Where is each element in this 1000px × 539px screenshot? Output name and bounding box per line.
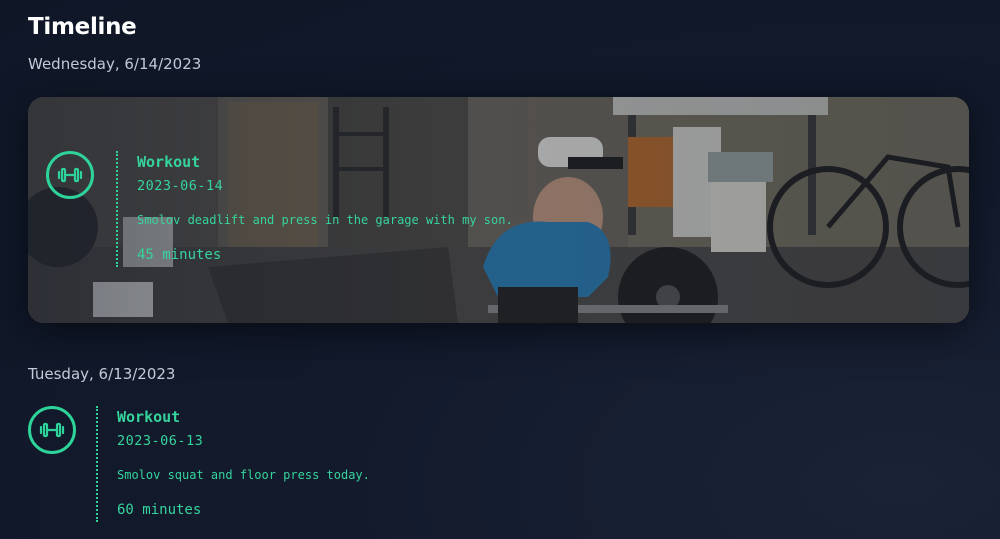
entry-date: 2023-06-13	[117, 433, 204, 449]
entry-duration: 60 minutes	[117, 502, 202, 518]
entry-title: Workout	[137, 153, 201, 171]
entry-description: Smolov squat and floor press today.	[117, 468, 370, 482]
entry-date: 2023-06-14	[137, 178, 224, 194]
page-title: Timeline	[28, 14, 137, 40]
dumbbell-icon	[46, 151, 94, 199]
day-label: Wednesday, 6/14/2023	[28, 55, 202, 73]
dumbbell-icon	[28, 406, 76, 454]
entry-title: Workout	[117, 408, 181, 426]
timeline-divider	[116, 151, 118, 267]
day-label: Tuesday, 6/13/2023	[28, 365, 176, 383]
entry-description: Smolov deadlift and press in the garage …	[137, 213, 513, 227]
entry-duration: 45 minutes	[137, 247, 222, 263]
timeline-divider	[96, 406, 98, 522]
timeline-entry-card[interactable]: Workout 2023-06-14 Smolov deadlift and p…	[28, 97, 969, 323]
